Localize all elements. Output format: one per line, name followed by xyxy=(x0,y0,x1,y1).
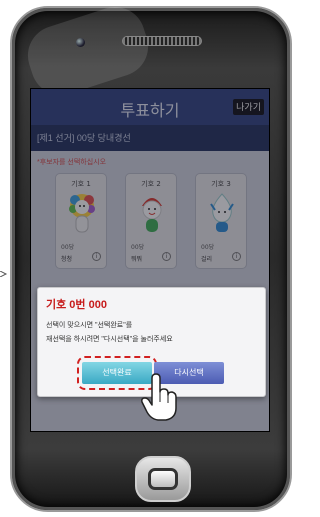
camera-icon xyxy=(76,38,85,47)
phone-screen: 투표하기 나가기 [제1 선거] 00당 당내경선 *후보자를 선택하십시오 기… xyxy=(30,88,270,432)
home-button[interactable] xyxy=(135,456,191,502)
hand-pointer-icon xyxy=(141,373,177,421)
confirm-dialog: 기호 0번 000 선택이 맞으시면 "선택완료"를 재선택을 하시려면 "다시… xyxy=(37,287,266,421)
side-pointer-mark xyxy=(0,262,8,278)
dialog-title: 기호 0번 000 xyxy=(46,299,107,311)
speaker-grille xyxy=(122,36,202,46)
dialog-message-line-2: 재선택을 하시려면 "다시선택"을 눌러주세요 xyxy=(46,336,173,343)
dialog-message-line-1: 선택이 맞으시면 "선택완료"를 xyxy=(46,322,133,329)
home-icon xyxy=(148,468,178,490)
